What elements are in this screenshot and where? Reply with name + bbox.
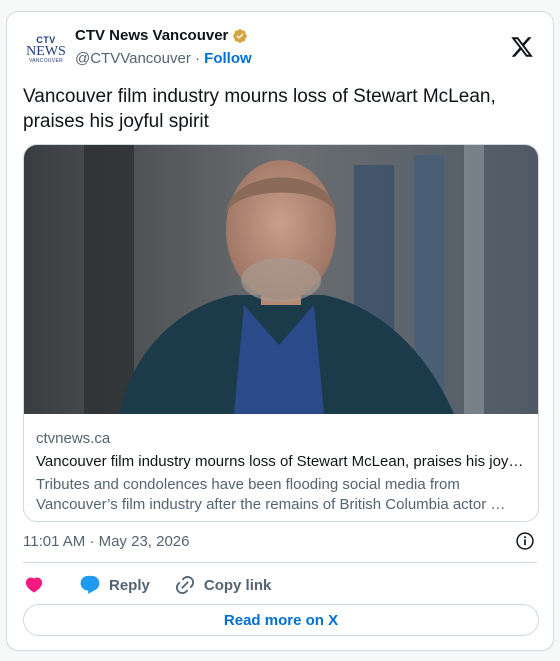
info-icon[interactable] <box>515 531 535 551</box>
follow-button[interactable]: Follow <box>204 50 252 67</box>
link-info: ctvnews.ca Vancouver film industry mourn… <box>36 429 526 515</box>
x-logo-icon[interactable] <box>510 35 534 59</box>
tweet-header: CTV NEWS VANCOUVER CTV News Vancouver @C… <box>22 27 538 73</box>
copy-link-label: Copy link <box>203 576 272 594</box>
avatar-logo-sub: VANCOUVER <box>28 58 63 64</box>
tweet-timestamp[interactable]: 11:01 AM · May 23, 2026 <box>23 533 190 550</box>
account-name[interactable]: CTV News Vancouver <box>75 27 228 44</box>
copy-link-button[interactable]: Copy link <box>174 574 272 596</box>
verified-badge-icon <box>233 28 248 43</box>
like-button[interactable] <box>23 574 45 596</box>
divider <box>23 562 537 563</box>
tweet-text: Vancouver film industry mourns loss of S… <box>23 86 496 132</box>
reply-icon <box>80 575 100 594</box>
heart-icon <box>25 577 43 593</box>
name-row: CTV News Vancouver <box>75 27 248 44</box>
reply-label: Reply <box>109 576 150 594</box>
avatar[interactable]: CTV NEWS VANCOUVER <box>26 33 66 67</box>
link-preview-card[interactable]: ctvnews.ca Vancouver film industry mourn… <box>23 144 539 522</box>
link-title: Vancouver film industry mourns loss of S… <box>36 453 524 470</box>
tweet-embed-card: CTV NEWS VANCOUVER CTV News Vancouver @C… <box>6 11 554 651</box>
separator: · <box>195 50 200 67</box>
reply-button[interactable]: Reply <box>79 574 150 596</box>
link-domain: ctvnews.ca <box>36 430 111 447</box>
account-handle[interactable]: @CTVVancouver <box>75 50 191 67</box>
link-icon <box>175 575 194 595</box>
read-more-button[interactable]: Read more on X <box>23 604 539 636</box>
handle-row: @CTVVancouver · Follow <box>75 50 252 67</box>
action-bar: Reply Copy link <box>23 571 271 599</box>
link-description: Tributes and condolences have been flood… <box>36 476 506 513</box>
article-photo <box>24 145 538 414</box>
avatar-logo-main: NEWS <box>26 44 66 59</box>
